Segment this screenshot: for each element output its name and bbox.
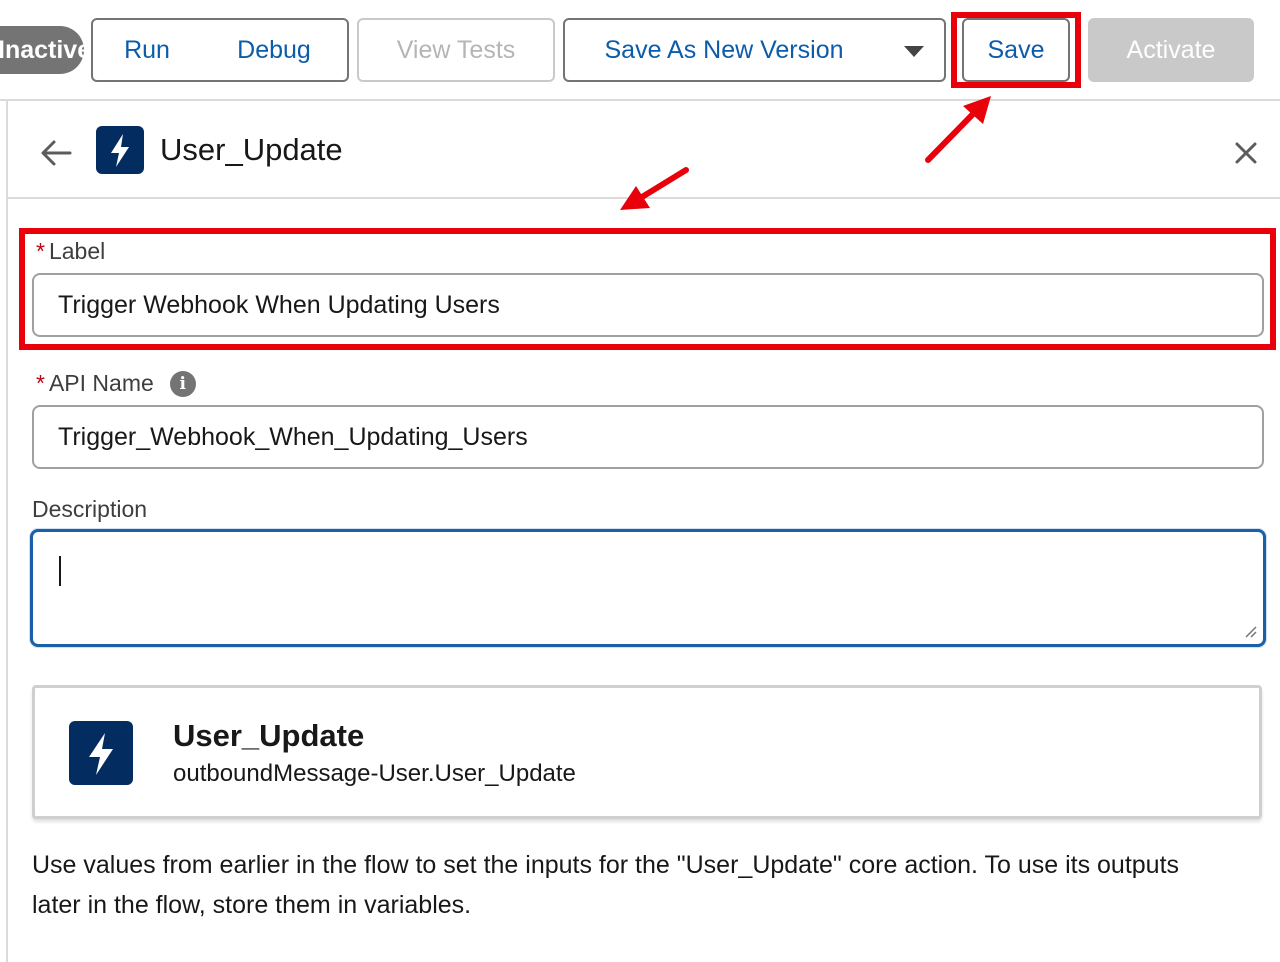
annotation-arrows (620, 96, 991, 210)
arrow-to-label-icon (620, 167, 689, 210)
arrow-to-save-icon (925, 96, 991, 163)
